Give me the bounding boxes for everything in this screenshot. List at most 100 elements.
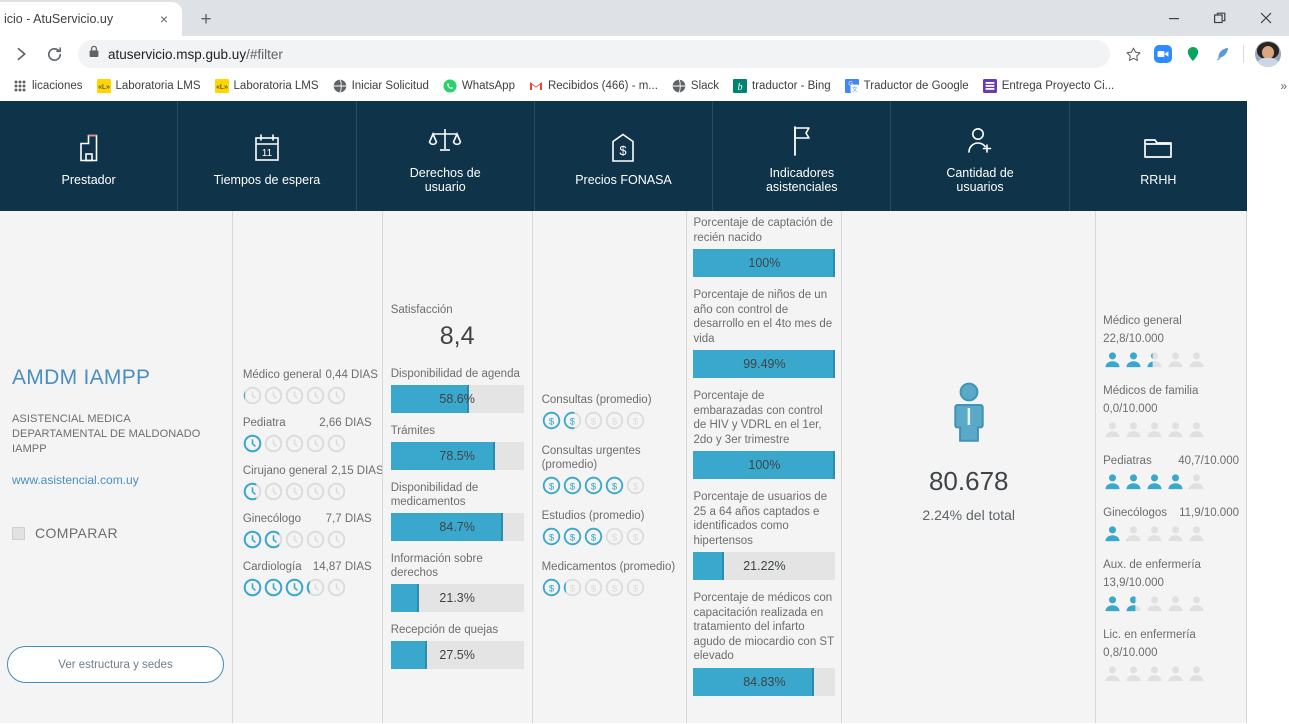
bookmark-item[interactable]: «L» Laboratoria LMS [208,77,326,95]
svg-text:$: $ [548,416,554,427]
forward-icon[interactable] [8,40,36,68]
location-pin-icon[interactable] [1180,41,1206,67]
star-icon[interactable] [1120,41,1146,67]
nav-item-indicadores-asistenciales[interactable]: Indicadores asistenciales [713,101,892,211]
zoom-meet-icon[interactable] [1150,41,1176,67]
metric-head: Pediatra 2,66 DIAS [243,416,372,430]
nav-item-tiempos-de-espera[interactable]: 11 Tiempos de espera [178,101,357,211]
bar-track: 100% [693,451,836,479]
lms-icon: «L» [214,79,229,93]
coin-icon: $$ [605,411,623,430]
rrhh-metric: Ginecólogos 11,9/10.000 [1103,506,1239,543]
metric-head: Médicos de familia 0,0/10.000 [1103,384,1239,416]
indicator-label: Porcentaje de médicos con capacitación r… [693,592,834,662]
person-silhouette-icon [1105,596,1120,612]
column-prestador: AMDM IAMPP ASISTENCIAL MEDICA DEPARTAMEN… [0,211,233,723]
address-bar[interactable]: atuservicio.msp.gub.uy/#filter [78,40,1110,68]
satisfaction-label: Satisfacción [390,304,453,316]
person-silhouette-icon [1189,422,1204,438]
coin-icon: $$ [584,578,602,597]
nav-item-rrhh[interactable]: RRHH [1070,101,1247,211]
wait-time-metric: Médico general 0,44 DIAS [243,368,378,405]
rights-bar-metric: Disponibilidad de agenda 58.6% [390,367,524,413]
bookmark-item[interactable]: WhatsApp [436,77,522,95]
bookmark-item[interactable]: G 文 Traductor de Google [838,77,976,95]
bookmarks-overflow-icon[interactable]: » [1280,79,1287,93]
compare-checkbox[interactable] [12,526,25,540]
rights-bar-metric: Trámites 78.5% [390,424,524,470]
metric-value: 2,15 DIAS [331,465,383,477]
bookmark-item[interactable]: Entrega Proyecto Ci... [976,77,1122,95]
compare-row[interactable]: COMPARAR [12,525,220,541]
globe-icon [333,79,347,93]
clock-icon [243,578,262,597]
clock-icon [285,482,304,501]
bookmark-item[interactable]: Slack [665,77,726,95]
price-metric: Consultas (promedio) $ $ $ $ $ $ $ $ $ $ [542,393,678,430]
browser-tab[interactable]: icio - AtuServicio.uy × [0,2,182,36]
bar-label: Disponibilidad de agenda [390,368,520,380]
view-structure-button[interactable]: Ver estructura y sedes [7,646,224,683]
browser-toolbar: atuservicio.msp.gub.uy/#filter [0,36,1289,72]
clock-icon [243,386,262,405]
wait-clock-row [243,482,372,501]
metric-head: Cirujano general 2,15 DIAS [243,464,382,478]
bookmark-item[interactable]: Recibidos (466) - m... [522,77,665,95]
window-controls [1151,0,1289,36]
avatar[interactable] [1255,41,1281,67]
wait-clock-row [243,434,372,453]
bookmark-item[interactable]: «L» Laboratoria LMS [90,77,208,95]
metric-name: Ginecólogo [242,513,301,525]
person-silhouette-icon [1189,666,1204,682]
clock-icon [285,386,304,405]
bookmark-item[interactable]: Iniciar Solicitud [326,77,436,95]
svg-text:$: $ [611,416,617,427]
column-precios-fonasa: Consultas (promedio) $ $ $ $ $ $ $ $ $ $ Consultas … [532,211,688,723]
minimize-button[interactable] [1151,0,1197,36]
bookmark-item[interactable]: b traductor - Bing [726,77,838,95]
feather-extension-icon[interactable] [1210,41,1236,67]
svg-text:$: $ [620,143,628,158]
tab-close-icon[interactable]: × [154,9,174,29]
provider-website-link[interactable]: www.asistencial.com.uy [12,473,220,487]
bookmarks-bar: licaciones «L» Laboratoria LMS «L» Laborator… [0,72,1289,100]
bookmark-label: Entrega Proyecto Ci... [1001,80,1115,92]
svg-text:$: $ [590,481,596,492]
indicator-label: Porcentaje de usuarios de 25 a 64 años c… [693,491,828,547]
svg-text:$: $ [632,532,638,543]
price-coin-row: $ $ $ $ $ $ $ $ $ $ [542,411,678,430]
coin-icon: $$ [626,578,644,597]
maximize-restore-button[interactable] [1197,0,1243,36]
clock-icon [306,578,325,597]
nav-item-prestador[interactable]: Prestador [0,101,179,211]
column-cantidad-usuarios: 80.678 2.24% del total [842,211,1097,723]
metric-head: Ginecólogos 11,9/10.000 [1103,506,1239,520]
metric-head: Médico general 22,8/10.000 [1103,314,1239,346]
nav-item-derechos-de-usuario[interactable]: Derechos de usuario [357,101,535,211]
coin-icon: $$ [626,527,644,546]
metric-value: 2,66 DIAS [319,417,372,429]
nav-item-precios-fonasa[interactable]: $ Precios FONASA [535,101,714,211]
new-tab-button[interactable]: + [192,5,220,33]
rrhh-person-row [1103,420,1239,439]
coin-icon: $$ [563,578,581,597]
price-metric: Consultas urgentes (promedio) $ $ $ $ $ $ $ $ $ $ [542,444,678,495]
close-window-button[interactable] [1243,0,1289,36]
reload-icon[interactable] [40,40,68,68]
coin-icon: $$ [584,476,602,495]
clock-icon [243,482,262,501]
indicator-metric: Porcentaje de captación de recién nacido… [693,216,836,277]
coin-icon: $$ [626,476,644,495]
nav-item-cantidad-de-usuarios[interactable]: Cantidad de usuarios [891,101,1070,211]
metric-head: Pediatras 40,7/10.000 [1103,454,1239,468]
column-rrhh: Médico general 22,8/10.000 Médicos de fami… [1096,211,1247,723]
svg-text:$: $ [548,532,554,543]
bookmark-label: WhatsApp [461,80,515,92]
indicator-value: 21.22% [743,559,786,573]
indicator-value: 100% [748,256,781,270]
column-tiempos-espera: Médico general 0,44 DIAS Pediatra 2,66 DIAS… [232,211,383,723]
bookmark-item[interactable]: licaciones [6,77,90,95]
indicator-label: Porcentaje de captación de recién nacido [693,217,833,244]
bar-track: 84.83% [693,667,836,696]
indicator-value: 99.49% [743,357,786,371]
